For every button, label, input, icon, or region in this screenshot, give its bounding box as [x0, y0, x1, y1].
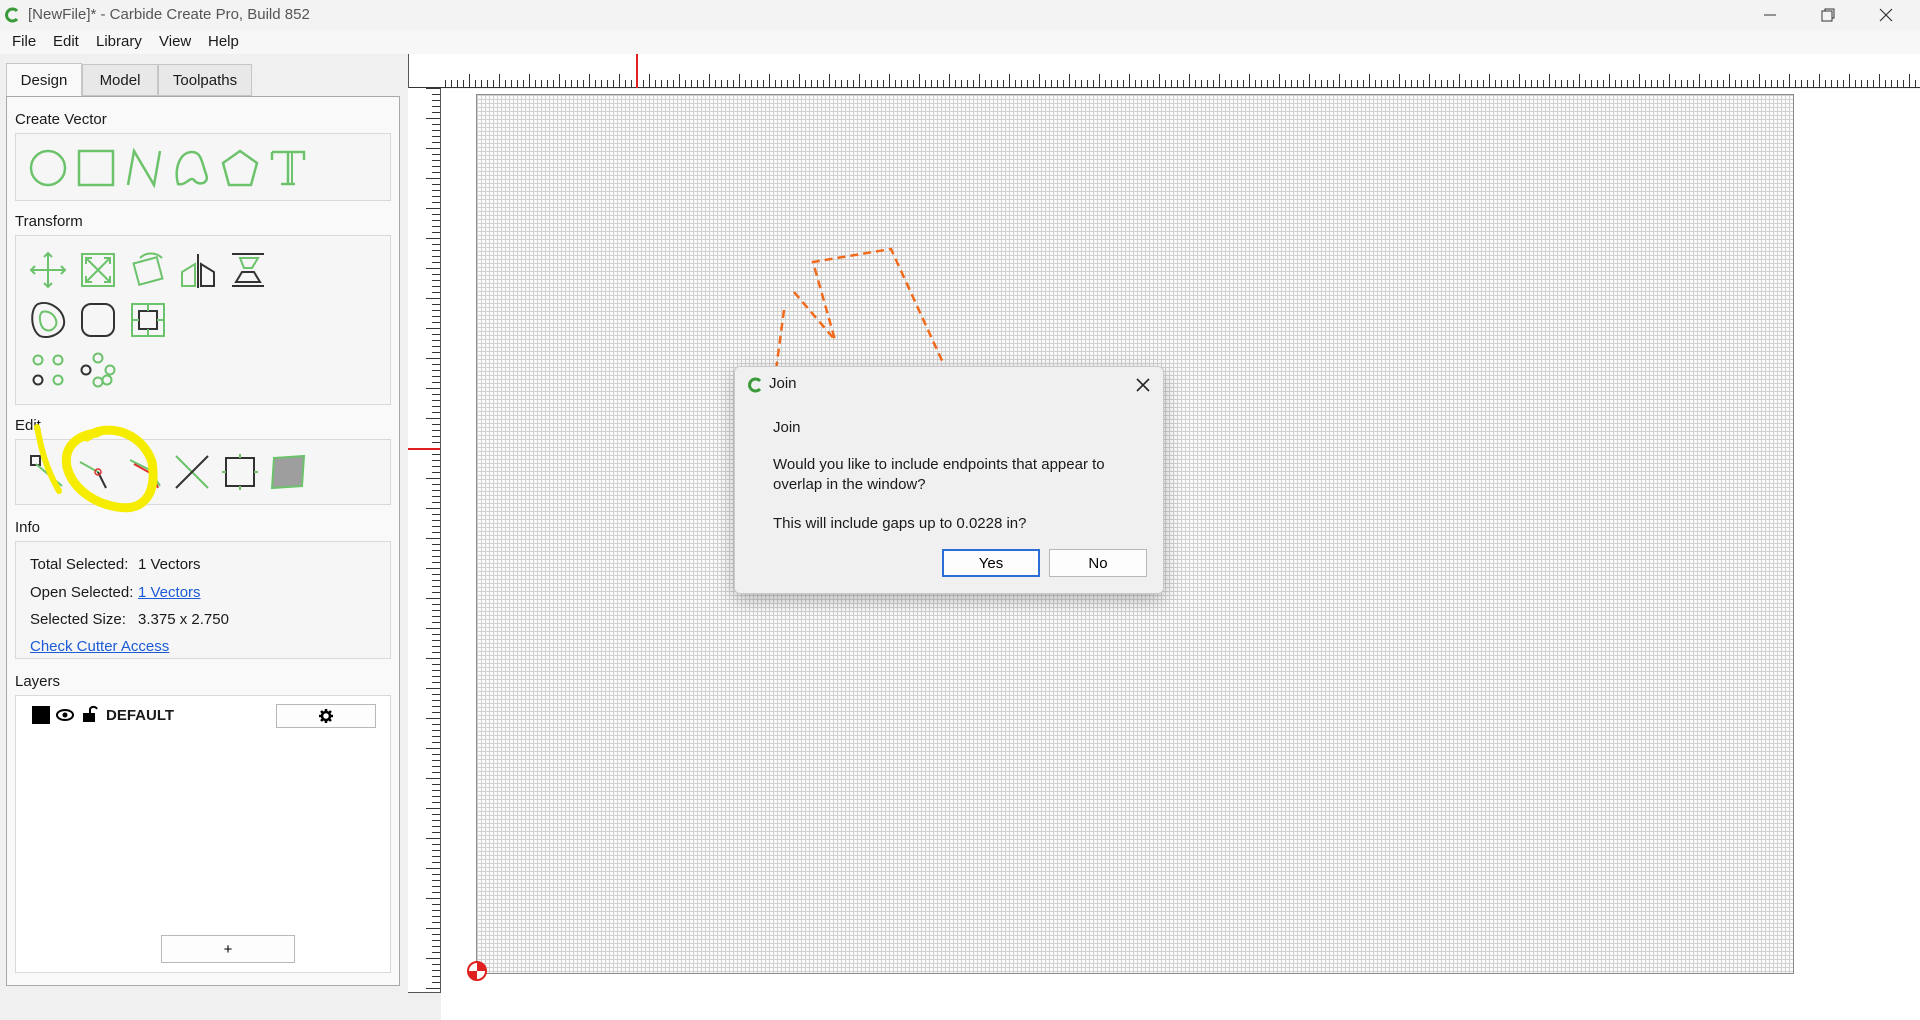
layer-settings-button[interactable] — [276, 704, 376, 728]
vertical-ruler-ticks — [408, 88, 440, 992]
close-icon — [1879, 8, 1893, 22]
tab-model[interactable]: Model — [82, 64, 158, 96]
restore-button[interactable] — [1800, 0, 1856, 30]
open-selected-label: Open Selected: — [30, 584, 134, 601]
total-selected-label: Total Selected: — [30, 556, 129, 573]
move-tool-icon[interactable] — [28, 250, 68, 290]
design-panel: Create Vector Transform Edit Info Total … — [6, 96, 400, 986]
join-dialog: Join Join Would you like to include endp… — [734, 366, 1164, 594]
dialog-title: Join — [769, 375, 797, 392]
annotation-highlight — [34, 424, 158, 513]
bounding-box-tool-icon[interactable] — [220, 452, 260, 492]
rectangle-tool-icon[interactable] — [76, 148, 116, 188]
section-transform: Transform — [15, 213, 83, 230]
minimize-button[interactable] — [1742, 0, 1798, 30]
open-selected-link[interactable]: 1 Vectors — [138, 584, 201, 601]
rotate-tool-icon[interactable] — [128, 250, 168, 290]
fillet-tool-icon[interactable] — [78, 300, 118, 340]
mirror-tool-icon[interactable] — [178, 250, 218, 290]
linear-array-tool-icon[interactable] — [28, 350, 68, 390]
section-create-vector: Create Vector — [15, 111, 107, 128]
total-selected-value: 1 Vectors — [138, 556, 201, 573]
dialog-header: Join — [773, 419, 801, 436]
unlock-icon[interactable] — [82, 705, 98, 723]
menu-library[interactable]: Library — [96, 33, 142, 50]
selected-size-label: Selected Size: — [30, 611, 126, 628]
scale-tool-icon[interactable] — [78, 250, 118, 290]
boolean-tool-icon[interactable] — [268, 452, 308, 492]
menu-view[interactable]: View — [159, 33, 191, 50]
tab-toolpaths[interactable]: Toolpaths — [158, 64, 252, 96]
offset-tool-icon[interactable] — [28, 300, 68, 340]
dialog-gap-text: This will include gaps up to 0.0228 in? — [773, 515, 1027, 532]
circular-array-tool-icon[interactable] — [78, 350, 118, 390]
yes-button[interactable]: Yes — [942, 549, 1040, 577]
layer-color-swatch[interactable] — [32, 706, 50, 724]
selected-vector[interactable] — [760, 240, 960, 370]
origin-marker-icon — [467, 961, 487, 981]
menu-bar: File Edit Library View Help — [0, 30, 1920, 54]
section-layers: Layers — [15, 673, 61, 690]
create-vector-group — [15, 133, 391, 201]
text-tool-icon[interactable] — [268, 148, 308, 188]
eye-icon[interactable] — [56, 707, 74, 723]
transform-group — [15, 235, 391, 405]
polygon-tool-icon[interactable] — [220, 148, 260, 188]
add-layer-button[interactable]: + — [161, 935, 295, 963]
menu-edit[interactable]: Edit — [53, 33, 79, 50]
selected-size-value: 3.375 x 2.750 — [138, 611, 229, 628]
window-title: [NewFile]* - Carbide Create Pro, Build 8… — [28, 6, 310, 23]
gear-icon — [319, 709, 333, 723]
trim-tool-icon[interactable] — [172, 452, 212, 492]
vertical-ruler — [408, 88, 441, 993]
no-button[interactable]: No — [1049, 549, 1147, 577]
menu-file[interactable]: File — [12, 33, 36, 50]
layer-name[interactable]: DEFAULT — [106, 707, 174, 724]
check-cutter-access-link[interactable]: Check Cutter Access — [30, 638, 169, 655]
menu-help[interactable]: Help — [208, 33, 239, 50]
layers-list: DEFAULT — [15, 695, 391, 973]
dialog-close-icon[interactable] — [1135, 377, 1151, 393]
carbide-logo-icon — [748, 377, 762, 393]
tab-design[interactable]: Design — [6, 63, 82, 97]
info-group: Total Selected: 1 Vectors Open Selected:… — [15, 541, 391, 659]
align-tool-icon[interactable] — [228, 250, 268, 290]
carbide-logo-icon — [5, 7, 19, 23]
restore-icon — [1821, 8, 1835, 22]
minimize-icon — [1764, 14, 1776, 16]
polyline-tool-icon[interactable] — [124, 148, 164, 188]
title-bar: [NewFile]* - Carbide Create Pro, Build 8… — [0, 0, 1920, 30]
inset-box-tool-icon[interactable] — [128, 300, 168, 340]
dialog-message: Would you like to include endpoints that… — [773, 456, 1105, 493]
circle-tool-icon[interactable] — [28, 148, 68, 188]
curve-tool-icon[interactable] — [172, 148, 212, 188]
horizontal-ruler — [408, 54, 1920, 88]
close-window-button[interactable] — [1858, 0, 1914, 30]
horizontal-ruler-ticks — [409, 54, 1920, 88]
